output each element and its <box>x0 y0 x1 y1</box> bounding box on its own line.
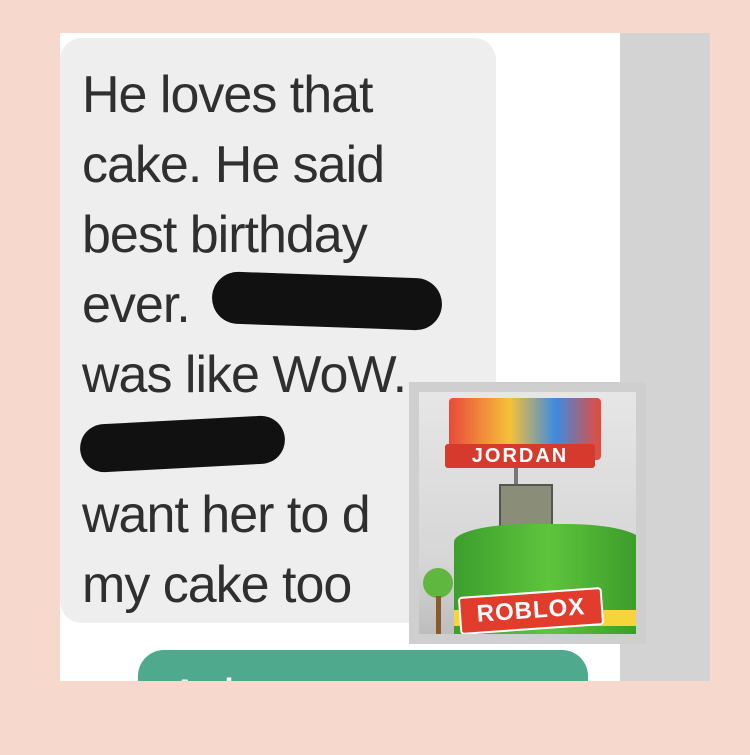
message-line: best birthday <box>82 206 368 264</box>
outgoing-message-text: A th t <box>168 668 277 681</box>
topper-name-banner: JORDAN <box>445 444 595 468</box>
cake-photo[interactable]: JORDAN ROBLOX <box>409 382 646 644</box>
message-line: cake. He said <box>82 136 385 194</box>
redaction-scribble <box>211 271 443 331</box>
outgoing-message-bubble: A th t <box>138 650 588 681</box>
tree-decoration <box>423 568 453 598</box>
cake-photo-image: JORDAN ROBLOX <box>419 392 636 634</box>
message-line: He loves that <box>82 66 374 124</box>
tree-trunk <box>436 596 441 634</box>
